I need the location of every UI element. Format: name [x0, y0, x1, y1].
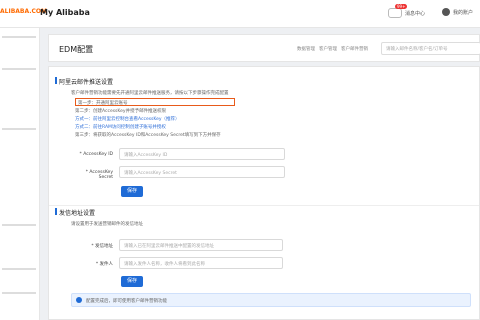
- sidebar: [0, 28, 40, 320]
- user-menu[interactable]: 我的账户: [442, 8, 473, 16]
- search-input[interactable]: 请输入邮件名称/客户名/订单号: [381, 42, 480, 55]
- breadcrumb-item[interactable]: 客户管理: [319, 46, 337, 52]
- divider: [49, 205, 479, 206]
- sidebar-item[interactable]: [2, 224, 36, 226]
- section-marker: [55, 77, 57, 84]
- guide-link-1[interactable]: 方式一：前往阿里云控制台查看AccessKey（推荐）: [75, 116, 180, 122]
- sender-address-input[interactable]: 请输入已在阿里云邮件推送中配置的发信地址: [119, 239, 283, 251]
- sidebar-item[interactable]: [2, 68, 36, 70]
- section-marker: [55, 208, 57, 215]
- info-icon: [76, 297, 82, 303]
- message-icon: 99+: [388, 4, 408, 18]
- sidebar-item[interactable]: [2, 292, 36, 294]
- sidebar-item[interactable]: [2, 268, 36, 270]
- sidebar-item[interactable]: [2, 36, 36, 38]
- access-key-id-label: * AccessKey ID: [79, 152, 113, 157]
- notice-text: 配置完成后，即可使用客户邮件营销功能: [86, 298, 167, 304]
- user-menu-label: 我的账户: [453, 9, 474, 16]
- access-key-secret-input[interactable]: 请输入AccessKey Secret: [119, 166, 285, 178]
- save-button[interactable]: 保存: [121, 276, 143, 287]
- page-title: EDM配置: [59, 45, 94, 54]
- access-key-id-input[interactable]: 请输入AccessKey ID: [119, 148, 285, 160]
- sender-name-label: * 发件人: [95, 262, 113, 267]
- step-2-text: 第二步：创建AccessKey并授予邮件推送权限: [75, 109, 167, 114]
- top-bar: ALIBABA.COM My Alibaba 99+ 消息中心 我的账户: [0, 0, 480, 28]
- info-notice: 配置完成后，即可使用客户邮件营销功能: [71, 293, 471, 307]
- section-title: 阿里云邮件推送设置: [59, 79, 114, 86]
- sidebar-item[interactable]: [2, 128, 36, 130]
- avatar: [442, 8, 450, 16]
- section-title: 发信地址设置: [59, 210, 96, 217]
- message-center-button[interactable]: 99+ 消息中心: [388, 4, 426, 18]
- breadcrumb-item[interactable]: 数据管理: [297, 46, 315, 52]
- guide-link-2[interactable]: 方式二：前往RAM访问控制创建子账号并授权: [75, 124, 166, 130]
- sender-name-input[interactable]: 请输入发件人名称，收件人将看到此名称: [119, 257, 283, 269]
- save-button[interactable]: 保存: [121, 186, 143, 197]
- sender-address-label: * 发信地址: [91, 244, 113, 249]
- access-key-secret-label: * AccessKey Secret: [85, 170, 113, 180]
- step-highlight: 第一步：开通阿里云账号: [75, 98, 235, 106]
- app-title: My Alibaba: [40, 8, 90, 17]
- message-center-label: 消息中心: [405, 10, 426, 17]
- step-1-text: 第一步：开通阿里云账号: [78, 101, 128, 106]
- page-header-card: EDM配置 数据管理 客户管理 客户邮件营销 请输入邮件名称/客户名/订单号: [48, 34, 480, 62]
- settings-card: 阿里云邮件推送设置 客户邮件营销功能需要先开通阿里云邮件推送服务，请按以下步骤操…: [48, 66, 480, 320]
- step-3-text: 第三步：将获取的AccessKey ID和AccessKey Secret填写到…: [75, 133, 221, 138]
- message-badge: 99+: [395, 4, 408, 9]
- sender-desc-text: 请设置用于发送营销邮件的发信地址: [71, 222, 143, 227]
- intro-text: 客户邮件营销功能需要先开通阿里云邮件推送服务，请按以下步骤操作完成配置: [71, 91, 229, 96]
- breadcrumb-item[interactable]: 客户邮件营销: [341, 46, 368, 52]
